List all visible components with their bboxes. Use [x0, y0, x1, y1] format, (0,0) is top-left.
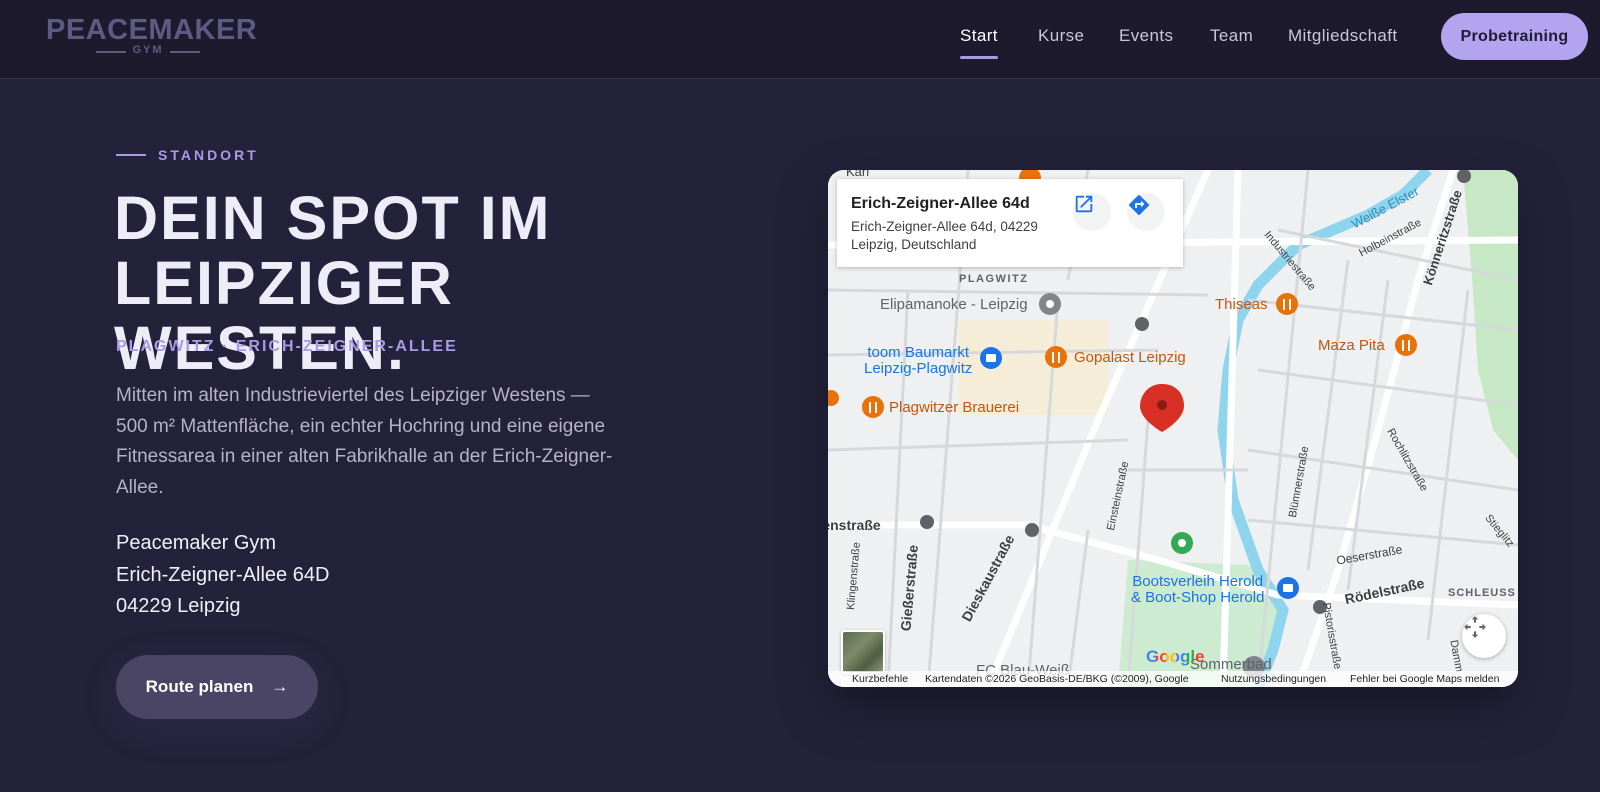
satellite-toggle[interactable]	[841, 630, 885, 674]
title-line-2: LEIPZIGER WESTEN.	[114, 249, 454, 382]
map-poi-label[interactable]: Maza Pita	[1318, 337, 1385, 354]
nav-item-team[interactable]: Team	[1210, 26, 1253, 46]
arrow-right-icon: →	[271, 677, 289, 696]
open-in-maps-button[interactable]	[1073, 193, 1111, 231]
terms-link[interactable]: Nutzungsbedingungen	[1221, 673, 1326, 685]
fullscreen-button[interactable]	[1462, 614, 1506, 658]
nav-item-events[interactable]: Events	[1119, 26, 1173, 46]
google-logo: Google	[1146, 647, 1205, 667]
place-address: Erich-Zeigner-Allee 64d, 04229 Leipzig, …	[851, 218, 1071, 254]
probetraining-button[interactable]: Probetraining	[1441, 13, 1588, 60]
place-title: Erich-Zeigner-Allee 64d	[851, 195, 1030, 212]
embedded-map[interactable]: PLAGWITZ Elipamanoke - Leipzig toom Baum…	[828, 170, 1518, 687]
report-error-link[interactable]: Fehler bei Google Maps melden	[1350, 673, 1499, 685]
map-district-label: SCHLEUSS	[1448, 587, 1516, 599]
map-district-label: PLAGWITZ	[959, 273, 1029, 285]
address-block: Peacemaker Gym Erich-Zeigner-Allee 64D 0…	[116, 528, 329, 623]
map-poi-label[interactable]: Thiseas	[1215, 296, 1268, 313]
site-header: PEACEMAKER GYM Start Kurse Events Team M…	[0, 0, 1600, 79]
map-street-label: Karl	[846, 170, 870, 179]
map-poi-name-2: & Boot-Shop Herold	[1131, 589, 1265, 606]
route-button[interactable]: Route planen →	[116, 655, 318, 719]
nav-active-indicator	[960, 56, 998, 59]
address-city: 04229 Leipzig	[116, 595, 241, 617]
map-poi-label[interactable]: Plagwitzer Brauerei	[889, 399, 1019, 416]
title-line-1: DEIN SPOT IM	[114, 184, 552, 252]
map-poi-name-2: Leipzig-Plagwitz	[864, 360, 973, 377]
logo-subtitle: GYM	[96, 44, 200, 56]
map-street-label: Antonienstraße	[828, 517, 881, 533]
eyebrow-label: STANDORT	[158, 147, 259, 163]
external-link-icon	[1075, 195, 1093, 213]
logo[interactable]: PEACEMAKER GYM	[46, 14, 257, 58]
location-subtitle: PLAGWITZ · ERICH-ZEIGNER-ALLEE	[116, 338, 458, 355]
nav-item-label: Start	[960, 26, 998, 45]
nav-item-start[interactable]: Start	[960, 26, 998, 59]
map-poi-label[interactable]: Elipamanoke - Leipzig	[880, 296, 1028, 313]
route-button-label: Route planen	[145, 677, 254, 696]
place-address-line-1: Erich-Zeigner-Allee 64d, 04229	[851, 219, 1038, 234]
map-poi-label[interactable]: Gopalast Leipzig	[1074, 349, 1186, 366]
directions-button[interactable]	[1127, 193, 1165, 231]
place-info-card[interactable]: Erich-Zeigner-Allee 64d Erich-Zeigner-Al…	[837, 179, 1183, 267]
section-eyebrow: STANDORT	[116, 147, 259, 163]
google-logo-text: Google	[1146, 647, 1205, 666]
map-poi-label[interactable]: Bootsverleih Herold & Boot-Shop Herold	[1131, 574, 1264, 606]
fullscreen-icon	[1464, 616, 1486, 638]
nav-item-kurse[interactable]: Kurse	[1038, 26, 1084, 46]
logo-wordmark: PEACEMAKER	[46, 14, 258, 46]
address-street: Erich-Zeigner-Allee 64D	[116, 563, 330, 586]
map-poi-label[interactable]: toom Baumarkt Leipzig-Plagwitz	[864, 345, 972, 377]
map-poi-name: toom Baumarkt	[867, 344, 970, 361]
map-attribution-bar: Kurzbefehle Kartendaten ©2026 GeoBasis-D…	[828, 671, 1518, 687]
eyebrow-divider	[116, 154, 146, 156]
map-data-attribution: Kartendaten ©2026 GeoBasis-DE/BKG (©2009…	[925, 673, 1189, 685]
nav-item-mitgliedschaft[interactable]: Mitgliedschaft	[1288, 26, 1398, 46]
keyboard-shortcuts-link[interactable]: Kurzbefehle	[852, 673, 908, 685]
directions-icon	[1129, 195, 1149, 215]
address-name: Peacemaker Gym	[116, 532, 277, 554]
place-address-line-2: Leipzig, Deutschland	[851, 237, 977, 252]
location-description: Mitten im alten Industrieviertel des Lei…	[116, 385, 613, 498]
map-poi-name: Bootsverleih Herold	[1132, 573, 1264, 590]
